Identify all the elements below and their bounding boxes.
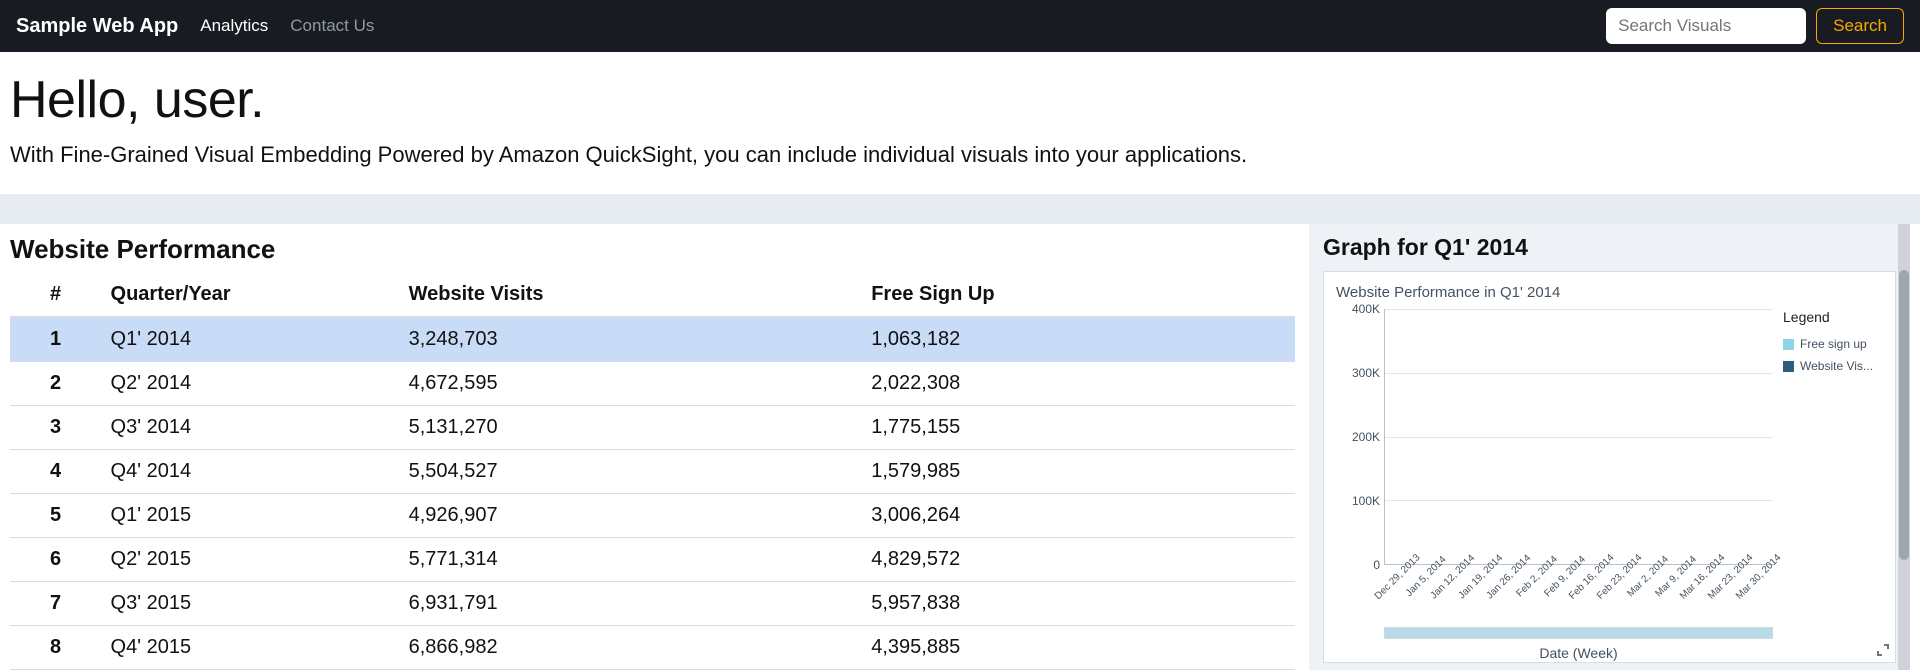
- x-axis: Dec 29, 2013Jan 5, 2014Jan 12, 2014Jan 1…: [1384, 565, 1773, 621]
- cell-visits: 5,504,527: [401, 450, 864, 494]
- swatch-free-sign-up: [1783, 339, 1794, 350]
- cell-quarter: Q1' 2014: [103, 317, 401, 362]
- cell-n: 3: [10, 406, 103, 450]
- cell-visits: 6,931,791: [401, 582, 864, 626]
- cell-visits: 5,771,314: [401, 538, 864, 582]
- search-button[interactable]: Search: [1816, 8, 1904, 44]
- grid-line: [1385, 437, 1773, 438]
- page-title: Hello, user.: [10, 70, 1910, 130]
- table-row[interactable]: 7Q3' 20156,931,7915,957,838: [10, 582, 1295, 626]
- divider-band: [0, 194, 1920, 224]
- table-row[interactable]: 1Q1' 20143,248,7031,063,182: [10, 317, 1295, 362]
- cell-visits: 5,131,270: [401, 406, 864, 450]
- col-quarter: Quarter/Year: [103, 273, 401, 317]
- cell-visits: 3,248,703: [401, 317, 864, 362]
- cell-n: 5: [10, 494, 103, 538]
- y-axis: 0100K200K300K400K: [1336, 309, 1384, 565]
- table-title: Website Performance: [10, 234, 1295, 265]
- nav-link-analytics[interactable]: Analytics: [200, 16, 268, 36]
- cell-signup: 1,775,155: [863, 406, 1295, 450]
- legend: Legend Free sign up Website Vis...: [1773, 309, 1883, 565]
- performance-table: # Quarter/Year Website Visits Free Sign …: [10, 273, 1295, 670]
- col-visits: Website Visits: [401, 273, 864, 317]
- cell-signup: 4,395,885: [863, 626, 1295, 670]
- legend-title: Legend: [1783, 309, 1883, 325]
- chart-x-scrollbar-thumb[interactable]: [1385, 628, 1772, 638]
- legend-label: Free sign up: [1800, 337, 1867, 351]
- graph-panel: Graph for Q1' 2014 Website Performance i…: [1309, 224, 1910, 670]
- expand-icon[interactable]: [1875, 642, 1891, 658]
- cell-visits: 6,866,982: [401, 626, 864, 670]
- col-number: #: [10, 273, 103, 317]
- col-signup: Free Sign Up: [863, 273, 1295, 317]
- cell-quarter: Q1' 2015: [103, 494, 401, 538]
- cell-visits: 4,672,595: [401, 362, 864, 406]
- chart-title: Website Performance in Q1' 2014: [1336, 284, 1883, 301]
- panel-scrollbar-thumb[interactable]: [1899, 270, 1909, 560]
- y-tick-label: 400K: [1352, 302, 1380, 316]
- table-row[interactable]: 5Q1' 20154,926,9073,006,264: [10, 494, 1295, 538]
- swatch-website-visits: [1783, 361, 1794, 372]
- chart-card: Website Performance in Q1' 2014 0 100K 200…: [1323, 271, 1896, 663]
- cell-signup: 3,006,264: [863, 494, 1295, 538]
- cell-quarter: Q2' 2015: [103, 538, 401, 582]
- cell-quarter: Q3' 2014: [103, 406, 401, 450]
- cell-visits: 4,926,907: [401, 494, 864, 538]
- nav-left: Sample Web App Analytics Contact Us: [16, 15, 374, 38]
- y-tick-label: 300K: [1352, 366, 1380, 380]
- legend-item-website-visits[interactable]: Website Vis...: [1783, 359, 1883, 373]
- navbar: Sample Web App Analytics Contact Us Sear…: [0, 0, 1920, 52]
- page-subtitle: With Fine-Grained Visual Embedding Power…: [10, 142, 1910, 168]
- cell-signup: 1,063,182: [863, 317, 1295, 362]
- graph-panel-title: Graph for Q1' 2014: [1323, 234, 1896, 261]
- cell-n: 8: [10, 626, 103, 670]
- panel-scrollbar[interactable]: [1898, 224, 1910, 670]
- table-row[interactable]: 2Q2' 20144,672,5952,022,308: [10, 362, 1295, 406]
- search-input[interactable]: [1606, 8, 1806, 44]
- y-tick-label: 100K: [1352, 494, 1380, 508]
- x-axis-label: Date (Week): [1384, 645, 1773, 661]
- cell-n: 7: [10, 582, 103, 626]
- nav-link-contact-us[interactable]: Contact Us: [290, 16, 374, 36]
- x-tick: Mar 30, 2014: [1745, 565, 1773, 621]
- grid-line: [1385, 309, 1773, 310]
- cell-signup: 1,579,985: [863, 450, 1295, 494]
- cell-signup: 2,022,308: [863, 362, 1295, 406]
- cell-quarter: Q4' 2014: [103, 450, 401, 494]
- table-row[interactable]: 3Q3' 20145,131,2701,775,155: [10, 406, 1295, 450]
- table-row[interactable]: 6Q2' 20155,771,3144,829,572: [10, 538, 1295, 582]
- grid-line: [1385, 373, 1773, 374]
- legend-label: Website Vis...: [1800, 359, 1873, 373]
- y-tick-label: 200K: [1352, 430, 1380, 444]
- cell-signup: 4,829,572: [863, 538, 1295, 582]
- chart-x-scrollbar[interactable]: [1384, 627, 1773, 639]
- plot-wrap: 0100K200K300K400K: [1336, 309, 1773, 565]
- table-row[interactable]: 4Q4' 20145,504,5271,579,985: [10, 450, 1295, 494]
- cell-n: 1: [10, 317, 103, 362]
- table-panel: Website Performance # Quarter/Year Websi…: [10, 224, 1295, 670]
- cell-n: 4: [10, 450, 103, 494]
- legend-item-free-sign-up[interactable]: Free sign up: [1783, 337, 1883, 351]
- table-header-row: # Quarter/Year Website Visits Free Sign …: [10, 273, 1295, 317]
- table-row[interactable]: 8Q4' 20156,866,9824,395,885: [10, 626, 1295, 670]
- cell-n: 2: [10, 362, 103, 406]
- cell-signup: 5,957,838: [863, 582, 1295, 626]
- hero: Hello, user. With Fine-Grained Visual Em…: [0, 52, 1920, 194]
- y-tick-label: 0: [1373, 558, 1380, 572]
- brand[interactable]: Sample Web App: [16, 15, 178, 38]
- cell-n: 6: [10, 538, 103, 582]
- cell-quarter: Q3' 2015: [103, 582, 401, 626]
- cell-quarter: Q4' 2015: [103, 626, 401, 670]
- grid-line: [1385, 500, 1773, 501]
- plot-area: [1384, 309, 1773, 565]
- content: Website Performance # Quarter/Year Websi…: [0, 224, 1920, 670]
- chart-body: 0100K200K300K400K Legend Free sign up We…: [1336, 309, 1883, 565]
- cell-quarter: Q2' 2014: [103, 362, 401, 406]
- nav-right: Search: [1606, 8, 1904, 44]
